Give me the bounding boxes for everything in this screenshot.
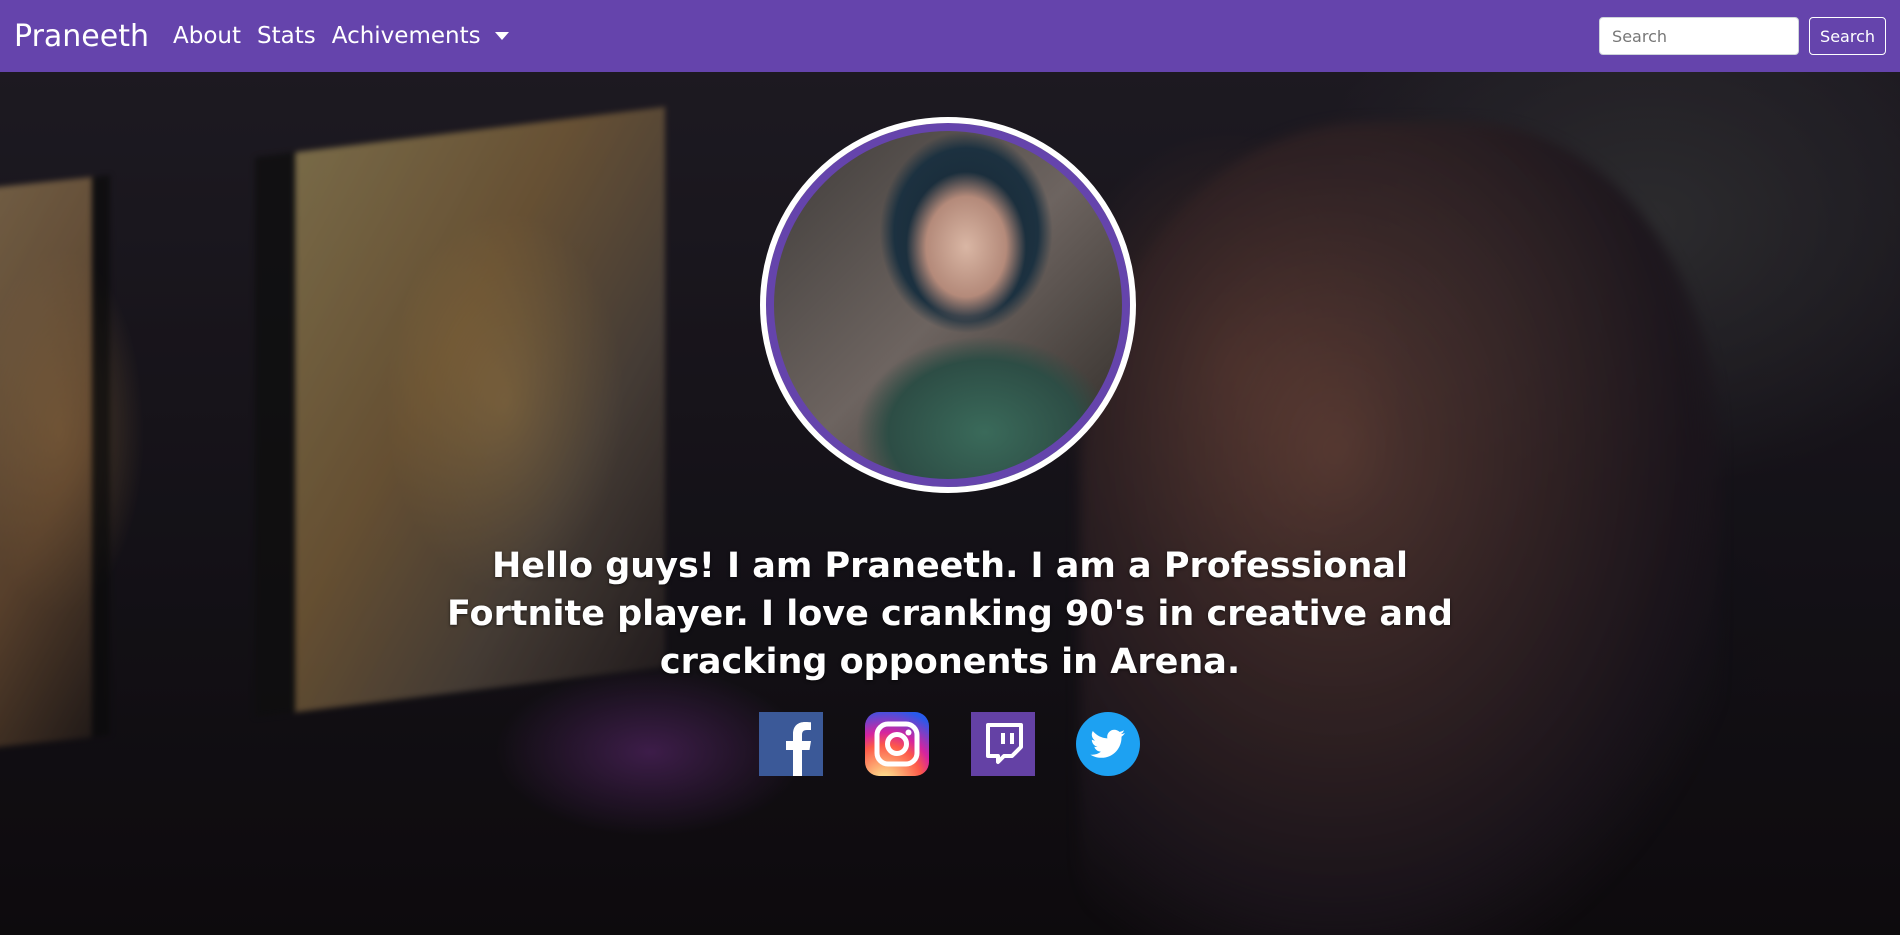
social-links <box>0 712 1900 776</box>
search-button[interactable]: Search <box>1809 17 1886 55</box>
profile-avatar <box>760 117 1136 493</box>
instagram-link[interactable] <box>865 712 929 776</box>
caret-down-icon <box>494 32 509 40</box>
nav-dropdown-achivements[interactable]: Achivements <box>332 23 509 49</box>
brand-link[interactable]: Praneeth <box>14 19 149 54</box>
facebook-link[interactable] <box>759 712 823 776</box>
instagram-icon <box>874 721 920 767</box>
avatar-image <box>774 131 1122 479</box>
nav-link-stats[interactable]: Stats <box>257 23 316 49</box>
search-form: Search <box>1599 17 1886 55</box>
bio-text: Hello guys! I am Praneeth. I am a Profes… <box>447 546 1453 682</box>
twitch-link[interactable] <box>971 712 1035 776</box>
search-input[interactable] <box>1599 17 1800 55</box>
twitch-icon <box>986 723 1023 764</box>
nav-dropdown-label: Achivements <box>331 23 481 49</box>
top-navbar: Praneeth About Stats Achivements Search <box>0 0 1900 72</box>
twitter-icon <box>1090 729 1125 758</box>
hero-section: Hello guys! I am Praneeth. I am a Profes… <box>0 72 1900 935</box>
facebook-icon <box>786 722 811 776</box>
twitter-link[interactable] <box>1076 712 1140 776</box>
nav-link-about[interactable]: About <box>173 23 241 49</box>
